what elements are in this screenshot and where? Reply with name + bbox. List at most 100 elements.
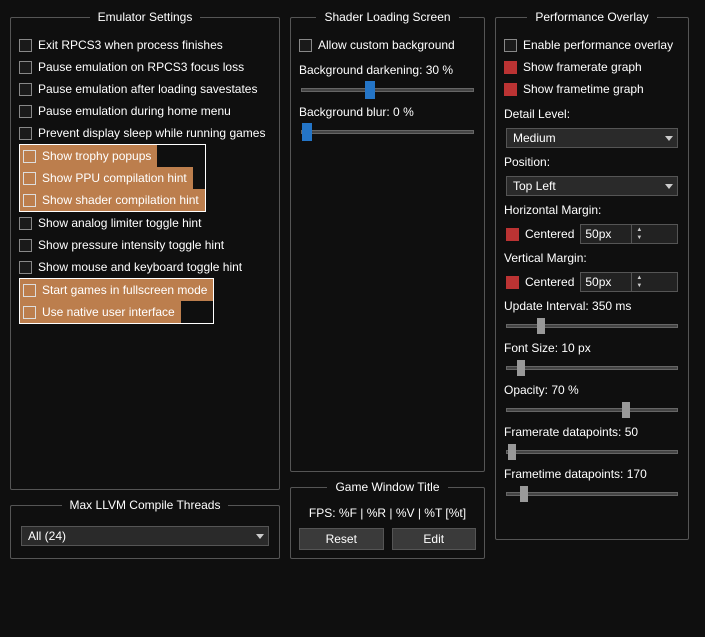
update-label: Update Interval: 350 ms: [504, 296, 680, 316]
edit-button[interactable]: Edit: [392, 528, 477, 550]
emulator-option-row[interactable]: Show PPU compilation hint: [20, 167, 193, 189]
ftdp-label: Frametime datapoints: 170: [504, 464, 680, 484]
performance-overlay-group: Performance Overlay Enable performance o…: [495, 10, 689, 540]
reset-button[interactable]: Reset: [299, 528, 384, 550]
game-window-title-value: FPS: %F | %R | %V | %T [%t]: [299, 506, 476, 520]
allow-custom-bg-checkbox[interactable]: [299, 39, 312, 52]
emulator-option-row[interactable]: Pause emulation during home menu: [19, 100, 271, 122]
hmargin-label: Horizontal Margin:: [504, 200, 680, 220]
emulator-option-label: Show mouse and keyboard toggle hint: [38, 260, 242, 274]
detail-level-label: Detail Level:: [504, 104, 680, 124]
emulator-option-row[interactable]: Start games in fullscreen mode: [20, 279, 213, 301]
emulator-option-checkbox[interactable]: [19, 39, 32, 52]
emulator-option-checkbox[interactable]: [23, 306, 36, 319]
spin-up-icon[interactable]: ▲: [632, 274, 646, 282]
emulator-option-label: Use native user interface: [42, 305, 175, 319]
allow-custom-bg-label: Allow custom background: [318, 38, 455, 52]
emulator-option-label: Show pressure intensity toggle hint: [38, 238, 224, 252]
vmargin-centered-checkbox[interactable]: [506, 276, 519, 289]
emulator-option-checkbox[interactable]: [19, 61, 32, 74]
spin-down-icon[interactable]: ▼: [632, 234, 646, 242]
show-framerate-row[interactable]: Show framerate graph: [504, 56, 680, 78]
font-slider[interactable]: [506, 366, 678, 370]
emulator-option-checkbox[interactable]: [19, 217, 32, 230]
performance-overlay-legend: Performance Overlay: [527, 10, 656, 24]
emulator-option-row[interactable]: Show pressure intensity toggle hint: [19, 234, 271, 256]
emulator-option-label: Show shader compilation hint: [42, 193, 199, 207]
llvm-threads-value: All (24): [28, 529, 66, 543]
frdp-label: Framerate datapoints: 50: [504, 422, 680, 442]
show-frametime-label: Show frametime graph: [523, 82, 644, 96]
emulator-settings-legend: Emulator Settings: [90, 10, 201, 24]
emulator-settings-group: Emulator Settings Exit RPCS3 when proces…: [10, 10, 280, 490]
chevron-down-icon: [665, 136, 673, 141]
hmargin-input[interactable]: [581, 227, 631, 241]
emulator-option-row[interactable]: Pause emulation after loading savestates: [19, 78, 271, 100]
bg-blur-label: Background blur: 0 %: [299, 102, 476, 122]
emulator-option-row[interactable]: Use native user interface: [20, 301, 181, 323]
game-window-title-group: Game Window Title FPS: %F | %R | %V | %T…: [290, 480, 485, 559]
emulator-option-label: Show analog limiter toggle hint: [38, 216, 201, 230]
show-frametime-checkbox[interactable]: [504, 83, 517, 96]
bg-blur-slider[interactable]: [301, 130, 474, 134]
allow-custom-bg-row[interactable]: Allow custom background: [299, 34, 476, 56]
bg-darken-slider[interactable]: [301, 88, 474, 92]
emulator-option-row[interactable]: Exit RPCS3 when process finishes: [19, 34, 271, 56]
hmargin-spinbox[interactable]: ▲▼: [580, 224, 678, 244]
emulator-option-label: Exit RPCS3 when process finishes: [38, 38, 223, 52]
emulator-option-checkbox[interactable]: [19, 83, 32, 96]
chevron-down-icon: [256, 534, 264, 539]
emulator-option-row[interactable]: Show trophy popups: [20, 145, 157, 167]
emulator-option-checkbox[interactable]: [19, 105, 32, 118]
emulator-option-label: Prevent display sleep while running game…: [38, 126, 265, 140]
emulator-option-label: Pause emulation after loading savestates: [38, 82, 257, 96]
emulator-option-label: Start games in fullscreen mode: [42, 283, 207, 297]
emulator-option-row[interactable]: Pause emulation on RPCS3 focus loss: [19, 56, 271, 78]
position-combo[interactable]: Top Left: [506, 176, 678, 196]
shader-loading-group: Shader Loading Screen Allow custom backg…: [290, 10, 485, 472]
emulator-option-row[interactable]: Prevent display sleep while running game…: [19, 122, 271, 144]
detail-level-combo[interactable]: Medium: [506, 128, 678, 148]
detail-level-value: Medium: [513, 131, 556, 145]
emulator-option-checkbox[interactable]: [23, 172, 36, 185]
llvm-threads-legend: Max LLVM Compile Threads: [62, 498, 229, 512]
vmargin-spinbox[interactable]: ▲▼: [580, 272, 678, 292]
emulator-option-checkbox[interactable]: [19, 261, 32, 274]
show-framerate-checkbox[interactable]: [504, 61, 517, 74]
frdp-slider[interactable]: [506, 450, 678, 454]
emulator-option-label: Pause emulation during home menu: [38, 104, 231, 118]
enable-perf-checkbox[interactable]: [504, 39, 517, 52]
vmargin-centered-label: Centered: [525, 275, 574, 289]
emulator-option-row[interactable]: Show mouse and keyboard toggle hint: [19, 256, 271, 278]
vmargin-label: Vertical Margin:: [504, 248, 680, 268]
bg-darken-label: Background darkening: 30 %: [299, 60, 476, 80]
position-value: Top Left: [513, 179, 556, 193]
emulator-option-row[interactable]: Show shader compilation hint: [20, 189, 205, 211]
update-slider[interactable]: [506, 324, 678, 328]
opacity-slider[interactable]: [506, 408, 678, 412]
emulator-option-checkbox[interactable]: [23, 150, 36, 163]
spin-up-icon[interactable]: ▲: [632, 226, 646, 234]
emulator-option-label: Show PPU compilation hint: [42, 171, 187, 185]
emulator-option-checkbox[interactable]: [19, 239, 32, 252]
position-label: Position:: [504, 152, 680, 172]
font-label: Font Size: 10 px: [504, 338, 680, 358]
show-frametime-row[interactable]: Show frametime graph: [504, 78, 680, 100]
emulator-option-checkbox[interactable]: [23, 194, 36, 207]
enable-perf-row[interactable]: Enable performance overlay: [504, 34, 680, 56]
opacity-label: Opacity: 70 %: [504, 380, 680, 400]
ftdp-slider[interactable]: [506, 492, 678, 496]
emulator-option-row[interactable]: Show analog limiter toggle hint: [19, 212, 271, 234]
hmargin-centered-label: Centered: [525, 227, 574, 241]
vmargin-input[interactable]: [581, 275, 631, 289]
shader-loading-legend: Shader Loading Screen: [316, 10, 458, 24]
emulator-option-label: Pause emulation on RPCS3 focus loss: [38, 60, 244, 74]
llvm-threads-combo[interactable]: All (24): [21, 526, 269, 546]
enable-perf-label: Enable performance overlay: [523, 38, 673, 52]
spin-down-icon[interactable]: ▼: [632, 282, 646, 290]
emulator-option-checkbox[interactable]: [19, 127, 32, 140]
emulator-option-label: Show trophy popups: [42, 149, 151, 163]
emulator-option-checkbox[interactable]: [23, 284, 36, 297]
hmargin-centered-checkbox[interactable]: [506, 228, 519, 241]
show-framerate-label: Show framerate graph: [523, 60, 642, 74]
